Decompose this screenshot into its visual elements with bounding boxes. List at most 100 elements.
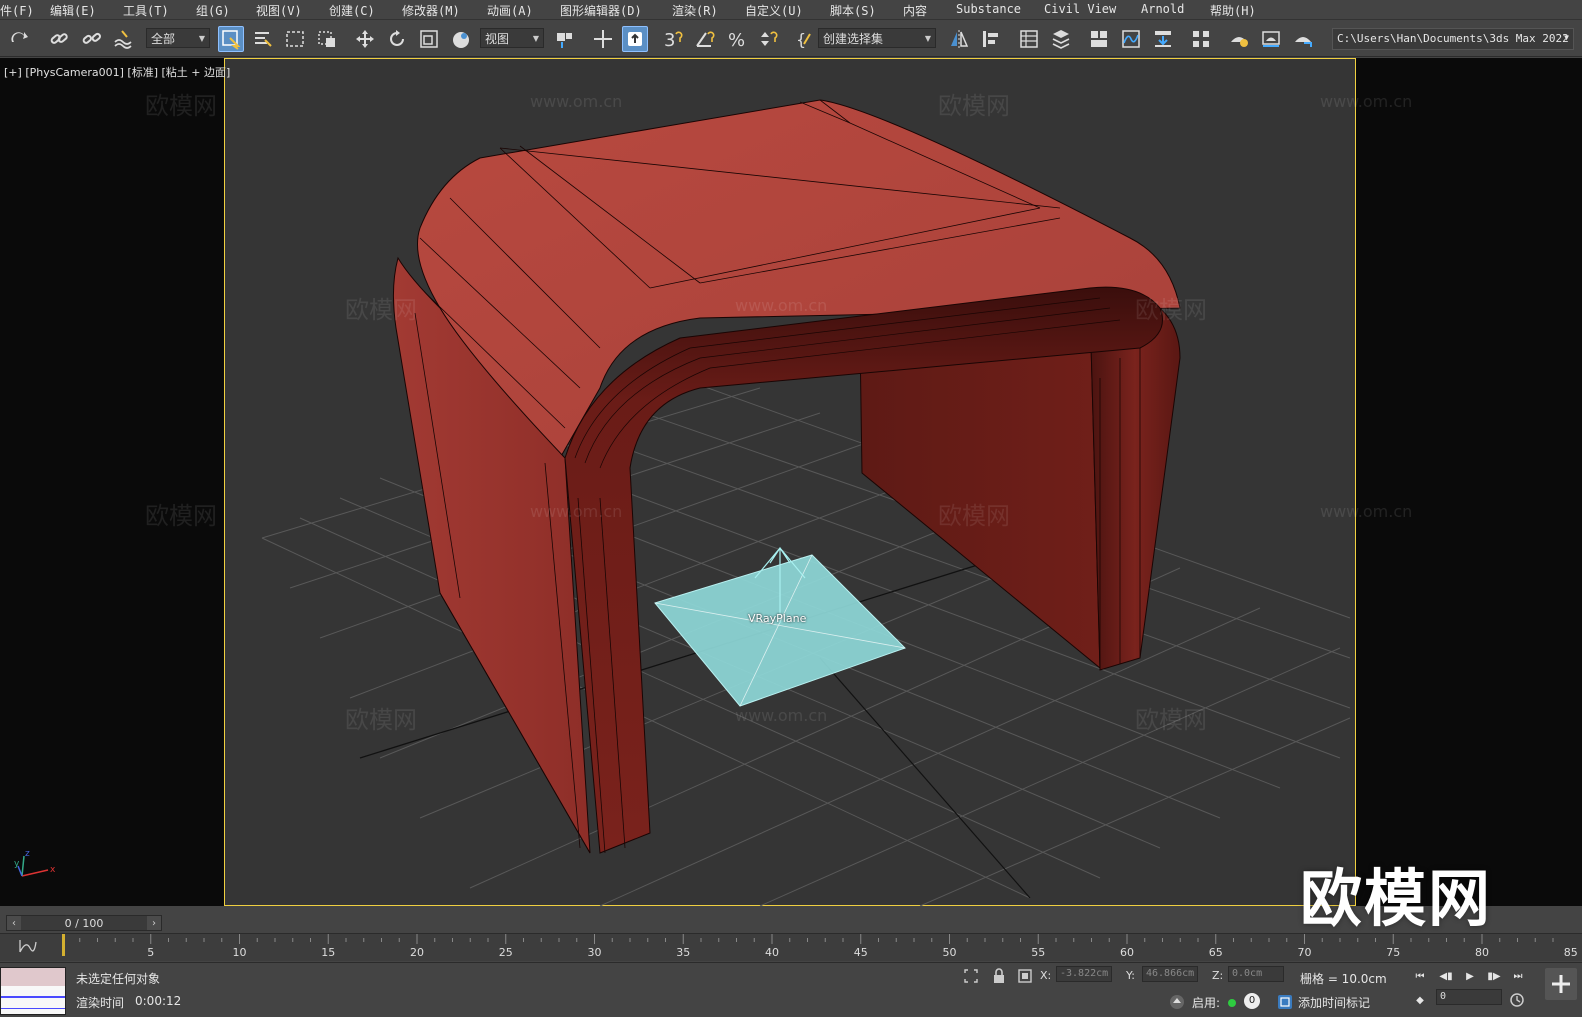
scene-explorer-icon[interactable] [1016, 26, 1042, 52]
material-editor-icon[interactable] [1188, 26, 1214, 52]
z-coord-field[interactable]: 0.0cm [1228, 966, 1284, 982]
bind-space-warp-icon[interactable] [110, 26, 136, 52]
viewport-area[interactable]: x y z [+] [PhysCamera001] [标准] [粘土 + 边面]… [0, 58, 1582, 935]
watermark-url: www.om.cn [735, 296, 828, 315]
current-frame-field[interactable]: 0 [1436, 989, 1502, 1005]
ref-coord-dropdown[interactable]: 视图 ▼ [480, 28, 544, 48]
render-time-value: 0:00:12 [135, 994, 182, 1008]
watermark-text: 欧模网 [345, 706, 417, 734]
enable-count-badge: 0 [1244, 993, 1260, 1009]
scale-icon[interactable] [416, 26, 442, 52]
svg-text:y: y [14, 859, 20, 869]
spinner-snap-icon[interactable] [756, 26, 782, 52]
align-icon[interactable] [978, 26, 1004, 52]
menu-view[interactable]: 视图(V) [256, 2, 302, 19]
menu-civil-view[interactable]: Civil View [1044, 2, 1116, 16]
time-tag-icon[interactable] [1276, 993, 1294, 1011]
watermark-text: 欧模网 [938, 92, 1010, 120]
menu-group[interactable]: 组(G) [196, 2, 230, 19]
lock-icon[interactable] [990, 967, 1008, 985]
menu-customize[interactable]: 自定义(U) [745, 2, 803, 19]
viewport-menu-plus[interactable]: [+] [4, 66, 22, 79]
key-mode-icon[interactable]: ◆ [1410, 991, 1430, 1009]
rotate-icon[interactable] [384, 26, 410, 52]
named-selection-value: 创建选择集 [823, 31, 884, 46]
menu-arnold[interactable]: Arnold [1141, 2, 1184, 16]
adaptive-degradation-icon[interactable] [1168, 993, 1186, 1011]
render-production-icon[interactable] [1290, 26, 1316, 52]
select-by-name-icon[interactable] [250, 26, 276, 52]
next-key-icon[interactable]: ▮▶ [1484, 967, 1504, 985]
y-coord-field[interactable]: 46.866cm [1142, 966, 1198, 982]
link-icon[interactable] [46, 26, 72, 52]
add-time-tag-label[interactable]: 添加时间标记 [1298, 994, 1370, 1011]
menu-animation[interactable]: 动画(A) [487, 2, 533, 19]
menu-tools[interactable]: 工具(T) [123, 2, 169, 19]
current-frame-marker[interactable] [62, 934, 65, 956]
menu-help[interactable]: 帮助(H) [1210, 2, 1256, 19]
goto-start-icon[interactable]: ⏮ [1410, 967, 1430, 985]
vray-plane-label: VRayPlane [748, 612, 807, 625]
select-manipulate-icon[interactable] [590, 26, 616, 52]
maxscript-listener-mini[interactable] [0, 967, 66, 1015]
tick-label: 30 [587, 946, 602, 959]
placement-icon[interactable] [448, 26, 474, 52]
window-crossing-icon[interactable] [314, 26, 340, 52]
svg-text:x: x [50, 865, 56, 875]
menu-modifiers[interactable]: 修改器(M) [402, 2, 460, 19]
viewport-camera-label[interactable]: [PhysCamera001] [25, 66, 124, 79]
prev-key-icon[interactable]: ◀▮ [1436, 967, 1456, 985]
watermark-text: 欧模网 [1135, 296, 1207, 324]
viewport-mode-label[interactable]: [标准] [127, 66, 158, 79]
named-selection-dropdown[interactable]: 创建选择集 ▼ [818, 28, 936, 48]
mirror-icon[interactable] [946, 26, 972, 52]
time-config-icon[interactable] [1508, 991, 1526, 1009]
schematic-view-icon[interactable] [1150, 26, 1176, 52]
move-icon[interactable] [352, 26, 378, 52]
tick-label: 55 [1031, 946, 1046, 959]
layer-explorer-icon[interactable] [1048, 26, 1074, 52]
goto-end-icon[interactable]: ⏭ [1508, 967, 1528, 985]
viewport-label[interactable]: [+] [PhysCamera001] [标准] [粘土 + 边面] [4, 64, 230, 80]
watermark-url: www.om.cn [735, 706, 828, 725]
pivot-center-icon[interactable] [552, 26, 578, 52]
rect-selection-region-icon[interactable] [282, 26, 308, 52]
time-slider[interactable]: ‹ 0 / 100 › [6, 915, 162, 931]
isolate-selection-icon[interactable] [962, 967, 980, 985]
x-coord-field[interactable]: -3.822cm [1056, 966, 1112, 982]
select-object-icon[interactable] [218, 26, 244, 52]
edit-named-selection-icon[interactable]: { [792, 26, 818, 52]
angle-snap-icon[interactable] [692, 26, 718, 52]
menu-edit[interactable]: 编辑(E) [50, 2, 96, 19]
redo-icon[interactable] [6, 26, 32, 52]
curve-editor-mini-icon[interactable] [18, 938, 38, 954]
menu-content[interactable]: 内容 [903, 2, 927, 19]
rendered-frame-window-icon[interactable] [1258, 26, 1284, 52]
axis-tripod-icon: x y z [14, 849, 56, 877]
unlink-icon[interactable] [78, 26, 104, 52]
menu-substance[interactable]: Substance [956, 2, 1021, 16]
tick-label: 25 [498, 946, 513, 959]
absolute-mode-icon[interactable] [1016, 967, 1034, 985]
render-time-label: 渲染时间 [76, 996, 125, 1010]
play-icon[interactable]: ▶ [1460, 967, 1480, 985]
project-path-field[interactable]: C:\Users\Han\Documents\3ds Max 2022 ▼ [1332, 28, 1574, 50]
selection-filter-dropdown[interactable]: 全部 ▼ [146, 28, 210, 48]
tick-label: 40 [765, 946, 779, 959]
viewport-shading-label[interactable]: [粘土 + 边面] [162, 66, 231, 79]
menu-scripting[interactable]: 脚本(S) [830, 2, 876, 19]
percent-snap-icon[interactable]: % [724, 26, 750, 52]
snap-toggle-icon[interactable]: 3 [660, 26, 686, 52]
menu-file[interactable]: 文件(F) [0, 2, 34, 19]
render-setup-icon[interactable] [1226, 26, 1252, 52]
next-frame-icon[interactable]: › [146, 916, 161, 930]
prev-frame-icon[interactable]: ‹ [7, 916, 21, 930]
menu-create[interactable]: 创建(C) [329, 2, 375, 19]
keyboard-shortcut-override-icon[interactable] [622, 26, 648, 52]
menu-rendering[interactable]: 渲染(R) [672, 2, 718, 19]
menu-graph-editors[interactable]: 图形编辑器(D) [560, 2, 642, 19]
add-panel-button[interactable] [1545, 968, 1577, 1000]
toggle-ribbon-icon[interactable] [1086, 26, 1112, 52]
curve-editor-icon[interactable] [1118, 26, 1144, 52]
tick-label: 50 [942, 946, 957, 959]
